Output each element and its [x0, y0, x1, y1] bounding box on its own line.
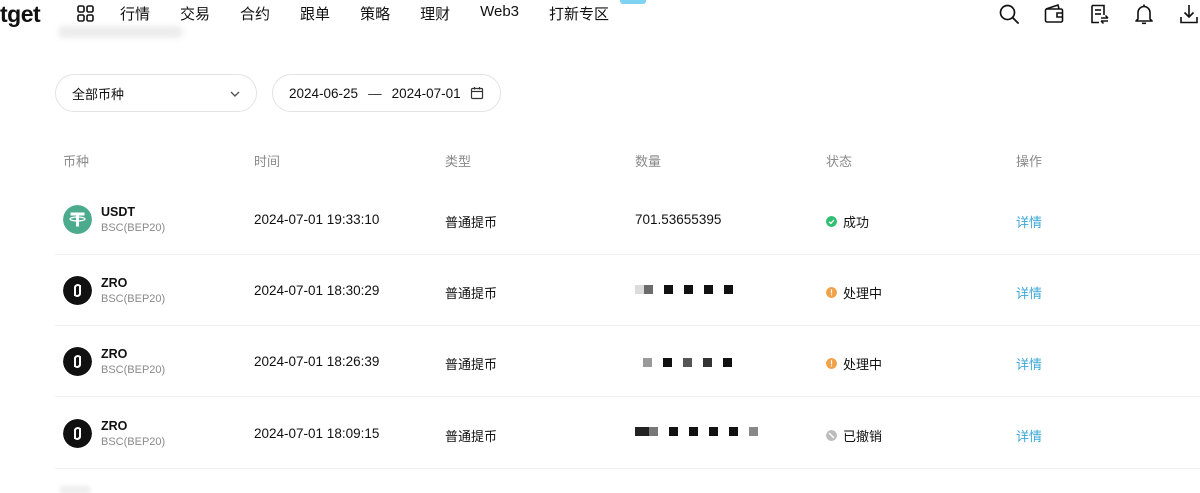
apps-grid-icon[interactable]: [77, 5, 94, 22]
detail-link[interactable]: 详情: [1016, 354, 1042, 373]
column-header-time: 时间: [254, 155, 281, 170]
column-header-amount: 数量: [635, 155, 662, 170]
status-badge: 已撤销: [826, 426, 882, 445]
coin-network: BSC(BEP20): [101, 293, 166, 305]
table-row: ZRO BSC(BEP20) 2024-07-01 18:26:39 普通提币 …: [55, 326, 1200, 397]
bell-icon[interactable]: [1133, 3, 1155, 25]
download-icon[interactable]: [1178, 3, 1200, 25]
date-range-picker[interactable]: 2024-06-25 — 2024-07-01: [272, 74, 501, 112]
nav-item-trade[interactable]: 交易: [180, 3, 210, 24]
main-nav: 行情 交易 合约 跟单 策略 理财 Web3 打新专区: [120, 3, 639, 24]
detail-link[interactable]: 详情: [1016, 212, 1042, 231]
new-badge: [620, 0, 646, 4]
coin-network: BSC(BEP20): [101, 364, 166, 376]
column-header-type: 类型: [445, 155, 472, 170]
masked-amount: [643, 358, 743, 367]
status-badge: 处理中: [826, 283, 882, 302]
success-check-icon: [826, 216, 837, 227]
masked-amount: [635, 427, 769, 436]
nav-item-strategy[interactable]: 策略: [360, 3, 390, 24]
status-badge: 成功: [826, 212, 869, 231]
nav-item-launchpad[interactable]: 打新专区: [549, 3, 609, 24]
row-time: 2024-07-01 18:30:29: [254, 283, 380, 298]
nav-item-copy-trading[interactable]: 跟单: [300, 3, 330, 24]
usdt-coin-icon: [63, 205, 92, 234]
orders-icon[interactable]: [1088, 3, 1110, 25]
date-start: 2024-06-25: [289, 85, 359, 101]
table-row: USDT BSC(BEP20) 2024-07-01 19:33:10 普通提币…: [55, 184, 1200, 255]
date-separator: —: [368, 85, 382, 101]
processing-icon: [826, 287, 837, 298]
logo[interactable]: tget: [0, 1, 41, 28]
next-row-partial: [60, 486, 90, 493]
coin-name: USDT: [101, 205, 136, 219]
status-text: 已撤销: [843, 430, 883, 445]
column-header-coin: 币种: [63, 155, 90, 170]
calendar-icon: [470, 87, 484, 100]
search-icon[interactable]: [998, 3, 1020, 25]
row-type: 普通提币: [445, 287, 498, 302]
row-amount: 701.53655395: [635, 212, 722, 227]
nav-item-web3[interactable]: Web3: [480, 3, 519, 24]
coin-name: ZRO: [101, 419, 128, 433]
row-time: 2024-07-01 18:26:39: [254, 354, 380, 369]
row-type: 普通提币: [445, 430, 498, 445]
processing-icon: [826, 358, 837, 369]
cancelled-icon: [826, 430, 837, 441]
row-type: 普通提币: [445, 358, 498, 373]
table-row: ZRO BSC(BEP20) 2024-07-01 18:09:15 普通提币 …: [55, 398, 1200, 469]
row-time: 2024-07-01 19:33:10: [254, 212, 380, 227]
coin-network: BSC(BEP20): [101, 436, 166, 448]
blurred-account-text: [58, 26, 183, 38]
zro-coin-icon: [63, 276, 92, 305]
column-header-status: 状态: [826, 155, 853, 170]
zro-coin-icon: [63, 419, 92, 448]
masked-amount: [635, 285, 744, 294]
zro-coin-icon: [63, 347, 92, 376]
detail-link[interactable]: 详情: [1016, 426, 1042, 445]
status-badge: 处理中: [826, 354, 882, 373]
status-text: 成功: [843, 216, 870, 231]
status-text: 处理中: [843, 358, 883, 373]
nav-item-earn[interactable]: 理财: [420, 3, 450, 24]
header-actions: [975, 3, 1200, 25]
detail-link[interactable]: 详情: [1016, 283, 1042, 302]
status-text: 处理中: [843, 287, 883, 302]
wallet-icon[interactable]: [1043, 3, 1065, 25]
coin-filter-value: 全部币种: [72, 87, 125, 103]
coin-name: ZRO: [101, 276, 128, 290]
column-header-action: 操作: [1016, 155, 1043, 170]
date-end: 2024-07-01: [391, 85, 461, 101]
coin-name: ZRO: [101, 347, 128, 361]
row-time: 2024-07-01 18:09:15: [254, 426, 380, 441]
coin-filter-select[interactable]: 全部币种: [55, 74, 257, 112]
nav-item-contract[interactable]: 合约: [240, 3, 270, 24]
coin-network: BSC(BEP20): [101, 222, 166, 234]
nav-item-market[interactable]: 行情: [120, 3, 150, 24]
chevron-down-icon: [230, 91, 240, 97]
table-row: ZRO BSC(BEP20) 2024-07-01 18:30:29 普通提币 …: [55, 255, 1200, 326]
row-type: 普通提币: [445, 216, 498, 231]
top-navigation: tget 行情 交易 合约 跟单 策略 理财 Web3 打新专区: [0, 0, 1200, 30]
